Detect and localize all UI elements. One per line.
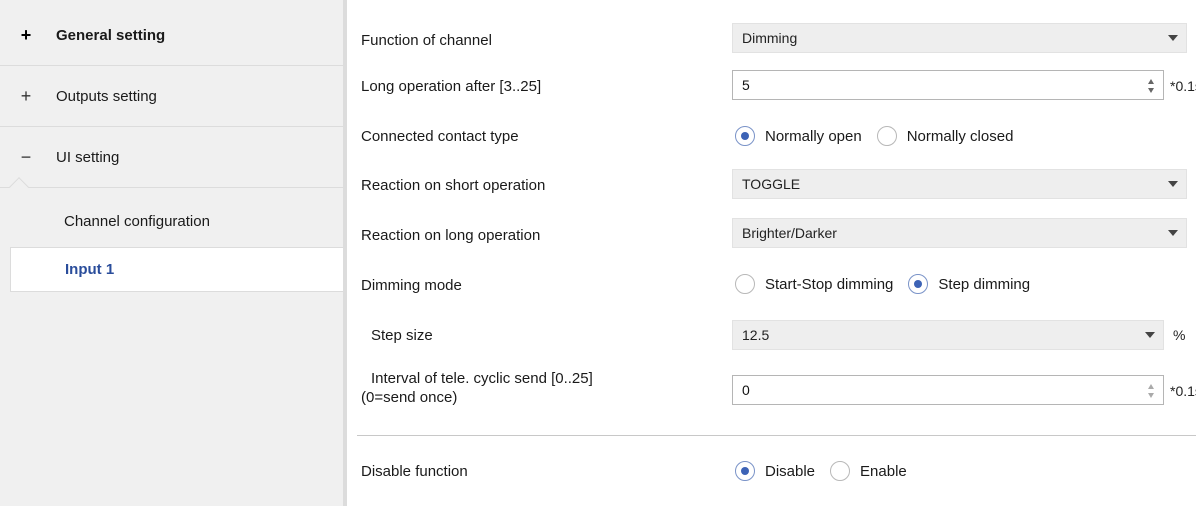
radio-checked-icon (735, 461, 755, 481)
radio-checked-icon (908, 274, 929, 294)
chevron-down-icon (1168, 35, 1178, 41)
expand-icon: + (20, 25, 32, 45)
interval-cyclic-label-line1: Interval of tele. cyclic send [0..25] (371, 370, 593, 387)
radio-disable[interactable]: Disable (735, 461, 815, 481)
reaction-short-select[interactable]: TOGGLE (732, 169, 1187, 199)
radio-step-dimming[interactable]: Step dimming (908, 274, 1030, 294)
settings-form: Function of channel Dimming Long operati… (347, 0, 1196, 506)
reaction-short-value: TOGGLE (742, 176, 801, 192)
radio-unchecked-icon (830, 461, 851, 481)
long-operation-unit: *0.1s (1170, 78, 1196, 94)
reaction-long-label: Reaction on long operation (361, 227, 541, 244)
sidebar: + General setting + Outputs setting − UI… (0, 0, 343, 506)
chevron-down-icon (1168, 181, 1178, 187)
spin-up-icon[interactable] (1148, 384, 1154, 389)
radio-unchecked-icon (876, 126, 897, 146)
radio-enable-label: Enable (860, 462, 907, 480)
collapse-icon: − (20, 147, 32, 167)
interval-cyclic-unit: *0.1s (1170, 383, 1196, 399)
step-size-unit: % (1173, 327, 1186, 343)
spin-down-icon[interactable] (1148, 88, 1154, 93)
function-of-channel-select[interactable]: Dimming (732, 23, 1187, 53)
reaction-short-label: Reaction on short operation (361, 177, 546, 194)
long-operation-after-input[interactable]: 5 (732, 70, 1164, 100)
chevron-down-icon (1168, 230, 1178, 236)
step-size-value: 12.5 (742, 327, 770, 343)
nav-outputs-setting[interactable]: + Outputs setting (0, 66, 343, 127)
sidebar-item-input-1[interactable]: Input 1 (10, 247, 343, 292)
function-of-channel-value: Dimming (742, 30, 798, 46)
connected-contact-type-radio-group: Normally open Normally closed (735, 124, 1028, 148)
chevron-down-icon (1145, 332, 1155, 338)
reaction-long-select[interactable]: Brighter/Darker (732, 218, 1187, 248)
connected-contact-type-label: Connected contact type (361, 128, 519, 145)
spin-up-icon[interactable] (1148, 79, 1154, 84)
reaction-long-value: Brighter/Darker (742, 225, 837, 241)
radio-unchecked-icon (735, 274, 755, 294)
nav-general-setting-label: General setting (56, 26, 166, 44)
nav-ui-setting-label: UI setting (56, 148, 120, 166)
section-divider (357, 435, 1196, 436)
radio-start-stop-dimming-label: Start-Stop dimming (765, 275, 894, 293)
interval-cyclic-label: Interval of tele. cyclic send [0..25] (0… (361, 369, 593, 407)
sidebar-item-channel-configuration[interactable]: Channel configuration (10, 199, 343, 244)
disable-function-label: Disable function (361, 463, 468, 480)
dimming-mode-label: Dimming mode (361, 277, 462, 294)
step-size-select[interactable]: 12.5 (732, 320, 1164, 350)
radio-step-dimming-label: Step dimming (938, 275, 1031, 293)
dimming-mode-radio-group: Start-Stop dimming Step dimming (735, 272, 1045, 296)
radio-normally-closed[interactable]: Normally closed (876, 126, 1014, 146)
radio-disable-label: Disable (765, 462, 816, 480)
spin-down-icon[interactable] (1148, 393, 1154, 398)
nav-general-setting[interactable]: + General setting (0, 5, 343, 66)
disable-function-radio-group: Disable Enable (735, 459, 922, 483)
interval-cyclic-value: 0 (742, 382, 750, 398)
radio-enable[interactable]: Enable (830, 461, 907, 481)
long-operation-after-label: Long operation after [3..25] (361, 78, 542, 95)
radio-normally-open-label: Normally open (765, 127, 862, 145)
radio-checked-icon (735, 126, 755, 146)
nav-outputs-setting-label: Outputs setting (56, 87, 157, 105)
interval-cyclic-label-line2: (0=send once) (361, 389, 458, 406)
nav-ui-setting[interactable]: − UI setting (0, 127, 343, 188)
function-of-channel-label: Function of channel (361, 32, 492, 49)
step-size-label: Step size (371, 327, 433, 344)
radio-normally-closed-label: Normally closed (906, 127, 1014, 145)
expand-icon: + (20, 86, 32, 106)
interval-cyclic-input[interactable]: 0 (732, 375, 1164, 405)
long-operation-after-value: 5 (742, 77, 750, 93)
radio-normally-open[interactable]: Normally open (735, 126, 862, 146)
radio-start-stop-dimming[interactable]: Start-Stop dimming (735, 274, 893, 294)
